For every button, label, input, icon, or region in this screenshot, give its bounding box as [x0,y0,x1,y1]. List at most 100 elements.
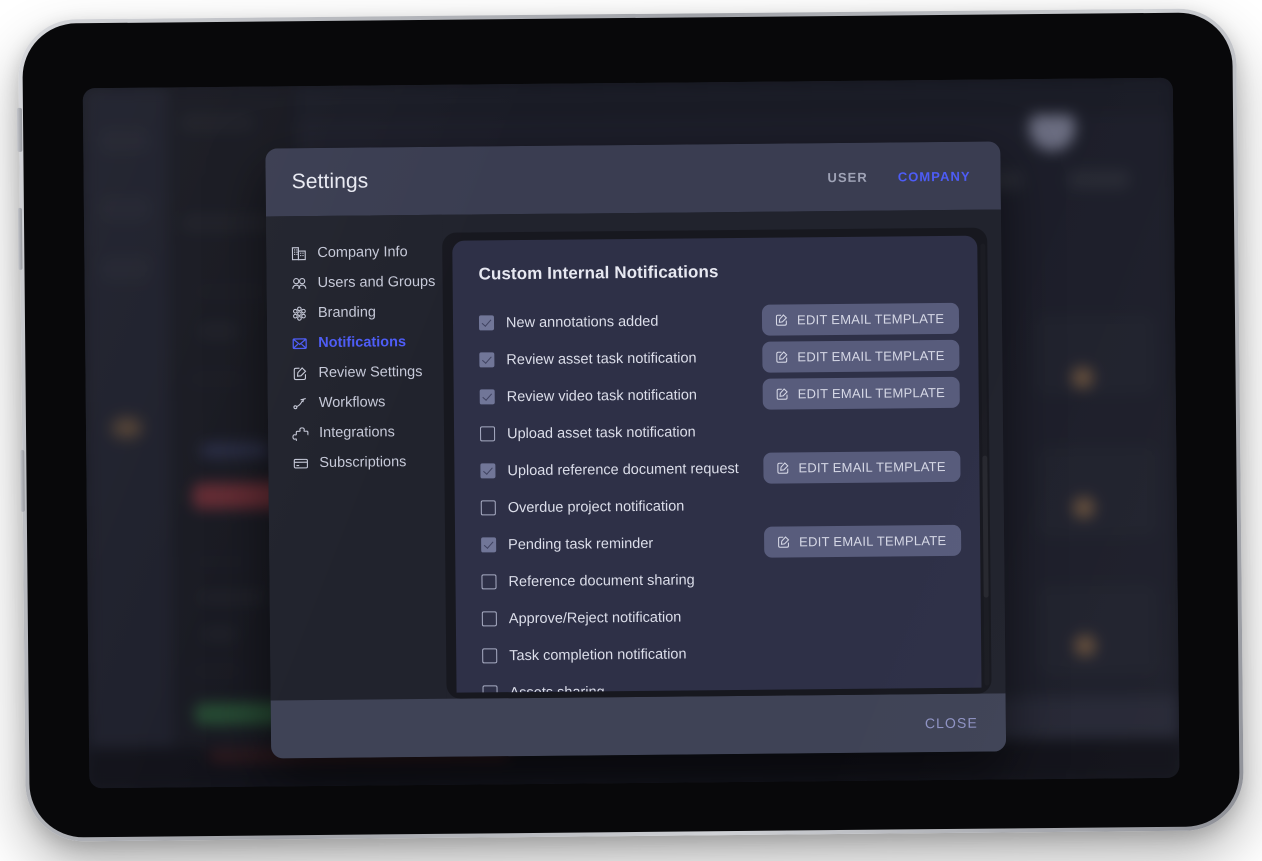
notification-checkbox[interactable] [479,352,495,368]
sidebar-item-review-settings[interactable]: Review Settings [291,357,443,388]
notification-checkbox[interactable] [480,426,496,442]
notification-action-slot: EDIT EMAIL TEMPLATE [761,302,960,336]
notification-row: Upload asset task notification [480,411,953,453]
notification-row-left: Task completion notification [482,645,765,664]
notification-row-left: Review asset task notification [479,349,762,368]
notification-action-slot: EDIT EMAIL TEMPLATE [762,376,961,410]
notification-row-left: Assets sharing [482,682,765,693]
notification-action-slot: EDIT EMAIL TEMPLATE [762,339,960,373]
settings-sidebar: Company Info Users and Groups Branding N… [265,214,447,701]
notification-checkbox[interactable] [481,574,497,590]
notification-checkbox[interactable] [482,685,498,693]
notification-row-left: Pending task reminder [481,534,764,553]
panel-title: Custom Internal Notifications [478,262,719,284]
edit-email-template-button[interactable]: EDIT EMAIL TEMPLATE [763,524,962,558]
notification-row: Review asset task notification EDIT EMAIL… [479,337,960,379]
sidebar-item-label: Workflows [318,394,386,411]
sidebar-item-label: Users and Groups [317,273,436,292]
notification-label: Review video task notification [506,386,698,405]
notification-checkbox[interactable] [480,463,496,479]
edit-email-template-button[interactable]: EDIT EMAIL TEMPLATE [763,450,961,484]
page-title: Settings [291,169,369,194]
notification-row: Upload reference document request EDIT EM… [480,448,961,490]
notification-action-slot [764,577,954,579]
notification-row: Task completion notification [482,633,955,675]
header-tab-group: USER COMPANY [827,168,970,184]
sidebar-item-label: Company Info [317,244,408,262]
edit-email-template-label: EDIT EMAIL TEMPLATE [797,384,946,402]
building-icon [290,245,307,262]
workflow-arrow-icon [292,395,309,412]
modal-footer: CLOSE [270,693,1007,759]
sidebar-item-integrations[interactable]: Integrations [292,417,444,448]
custom-internal-notifications-panel: Custom Internal Notifications New annota… [452,235,982,693]
sidebar-item-branding[interactable]: Branding [291,297,443,328]
notification-label: Overdue project notification [507,497,685,516]
edit-square-icon [776,534,791,549]
notification-label: Reference document sharing [508,571,695,590]
volume-down-button[interactable] [20,449,25,512]
notification-row: Overdue project notification [480,485,954,527]
notification-checkbox[interactable] [482,648,498,664]
notification-label: Approve/Reject notification [508,609,682,627]
modal-body: Company Info Users and Groups Branding N… [265,209,1006,701]
notification-label: Pending task reminder [508,535,654,553]
notification-label: New annotations added [505,313,659,331]
notification-row-left: Overdue project notification [480,497,764,516]
notification-row-left: Upload reference document request [480,460,763,479]
sidebar-item-notifications[interactable]: Notifications [291,327,443,358]
notification-checkbox[interactable] [481,611,497,627]
edit-email-template-button[interactable]: EDIT EMAIL TEMPLATE [761,302,960,336]
sidebar-item-subscriptions[interactable]: Subscriptions [292,447,444,478]
notification-checkbox[interactable] [479,389,495,405]
notification-action-slot [766,688,956,690]
tablet-device-frame: Settings USER COMPANY Company Info Users… [16,8,1244,842]
notification-label: Assets sharing [509,683,605,693]
power-button[interactable] [16,107,23,152]
edit-email-template-button[interactable]: EDIT EMAIL TEMPLATE [762,376,961,410]
branding-icon [291,305,308,322]
notification-row: Assets sharing [482,670,955,693]
notification-action-slot: EDIT EMAIL TEMPLATE [763,450,961,484]
notification-row-left: Approve/Reject notification [481,608,765,627]
notification-row: New annotations added EDIT EMAIL TEMPLATE [478,300,960,342]
sidebar-item-users-and-groups[interactable]: Users and Groups [290,267,442,298]
sidebar-item-label: Notifications [318,334,407,351]
edit-email-template-label: EDIT EMAIL TEMPLATE [798,458,946,476]
notification-action-slot: EDIT EMAIL TEMPLATE [763,524,962,558]
volume-up-button[interactable] [17,207,23,270]
device-screen: Settings USER COMPANY Company Info Users… [82,77,1180,789]
notification-label: Task completion notification [509,645,687,664]
sidebar-item-workflows[interactable]: Workflows [292,387,444,418]
close-button[interactable]: CLOSE [925,715,978,732]
notification-checkbox[interactable] [478,315,495,331]
notification-row-left: New annotations added [478,312,762,331]
edit-email-template-button[interactable]: EDIT EMAIL TEMPLATE [762,339,960,373]
users-icon [291,275,308,292]
notification-label: Upload asset task notification [507,423,696,442]
notification-row-left: Upload asset task notification [480,423,763,442]
notification-row: Approve/Reject notification [481,596,955,638]
tab-company[interactable]: COMPANY [898,168,971,184]
puzzle-icon [292,425,309,442]
sidebar-item-company-info[interactable]: Company Info [290,237,442,268]
notification-row-left: Reference document sharing [481,571,764,590]
panel-scrollbar-thumb[interactable] [982,455,989,598]
notification-action-slot [763,429,953,431]
sidebar-item-label: Review Settings [318,363,423,381]
modal-header: Settings USER COMPANY [265,141,1001,217]
settings-modal: Settings USER COMPANY Company Info Users… [265,141,1007,759]
notification-row: Reference document sharing [481,559,954,601]
content-outer-frame: Custom Internal Notifications New annota… [442,227,992,699]
notification-action-slot [765,614,955,616]
tab-user[interactable]: USER [827,169,867,184]
edit-square-icon [291,365,308,382]
panel-scrollbar[interactable] [980,244,989,686]
edit-email-template-label: EDIT EMAIL TEMPLATE [799,532,947,550]
notification-action-slot [764,503,954,505]
edit-email-template-label: EDIT EMAIL TEMPLATE [796,310,945,328]
sidebar-item-label: Subscriptions [319,454,407,471]
edit-email-template-label: EDIT EMAIL TEMPLATE [797,347,945,365]
notification-checkbox[interactable] [480,500,496,516]
notification-checkbox[interactable] [481,537,497,553]
